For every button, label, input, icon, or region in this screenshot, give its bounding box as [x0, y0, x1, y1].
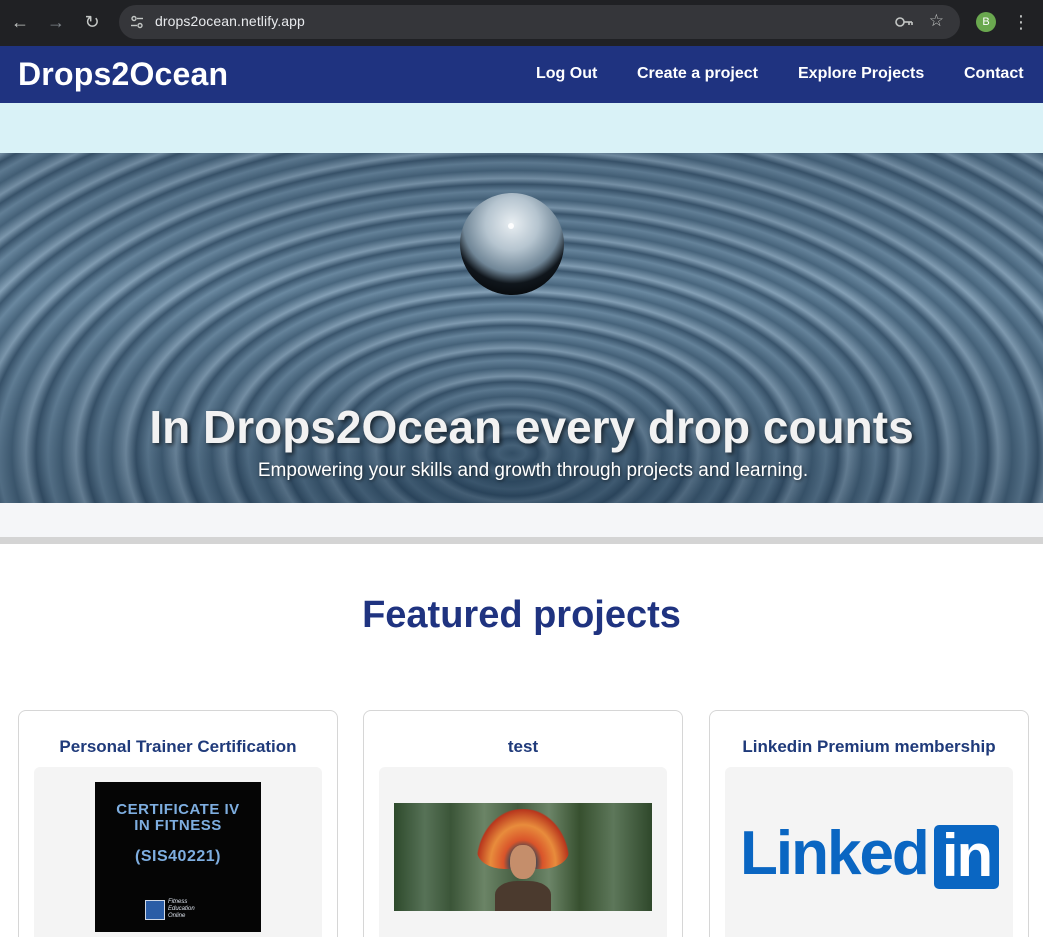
project-card-image[interactable]	[379, 767, 667, 937]
star-icon[interactable]: ☆	[929, 11, 944, 31]
key-icon[interactable]	[894, 14, 914, 30]
project-card-image[interactable]: CERTIFICATE IV IN FITNESS (SIS40221) Fit…	[34, 767, 322, 937]
project-card-title[interactable]: Personal Trainer Certification	[19, 737, 337, 757]
header-strip	[0, 103, 1043, 153]
hero-subtitle: Empowering your skills and growth throug…	[257, 460, 809, 481]
project-card[interactable]: Linkedin Premium membership Linked in	[709, 710, 1029, 937]
project-card-title[interactable]: test	[364, 737, 682, 757]
forward-icon[interactable]: →	[42, 8, 70, 36]
profile-avatar[interactable]: B	[976, 12, 996, 32]
address-bar[interactable]: drops2ocean.netlify.app ☆	[119, 5, 960, 39]
back-icon[interactable]: ←	[6, 8, 34, 36]
site-logo[interactable]: Drops2Ocean	[18, 56, 228, 93]
headdress-portrait-image	[394, 803, 652, 911]
nav-contact[interactable]: Contact	[964, 65, 1024, 83]
linkedin-logo: Linked in	[740, 819, 1000, 889]
browser-toolbar: ← → ↻ drops2ocean.netlify.app ☆ B ⋮	[0, 0, 1043, 46]
site-settings-icon[interactable]	[129, 14, 145, 30]
nav-explore-projects[interactable]: Explore Projects	[798, 65, 924, 83]
project-card-image[interactable]: Linked in	[725, 767, 1013, 937]
section-divider	[0, 537, 1043, 544]
hero-title: In Drops2Ocean every drop counts	[149, 401, 914, 453]
reload-icon[interactable]: ↻	[78, 8, 106, 36]
project-card-title[interactable]: Linkedin Premium membership	[710, 737, 1028, 757]
featured-heading: Featured projects	[362, 594, 681, 636]
site-header: Drops2Ocean Log Out Create a project Exp…	[0, 46, 1043, 103]
url-text[interactable]: drops2ocean.netlify.app	[155, 13, 305, 29]
project-card[interactable]: Personal Trainer Certification CERTIFICA…	[18, 710, 338, 937]
hero-banner: In Drops2Ocean every drop counts Empower…	[0, 153, 1043, 503]
nav-log-out[interactable]: Log Out	[536, 65, 597, 83]
nav-create-project[interactable]: Create a project	[637, 65, 758, 83]
project-card[interactable]: test	[363, 710, 683, 937]
fitness-logo-icon	[145, 900, 165, 920]
certificate-image: CERTIFICATE IV IN FITNESS (SIS40221) Fit…	[95, 782, 261, 932]
more-menu-icon[interactable]: ⋮	[1011, 11, 1031, 33]
water-drop-image	[460, 193, 564, 295]
hero-bottom-band	[0, 503, 1043, 537]
